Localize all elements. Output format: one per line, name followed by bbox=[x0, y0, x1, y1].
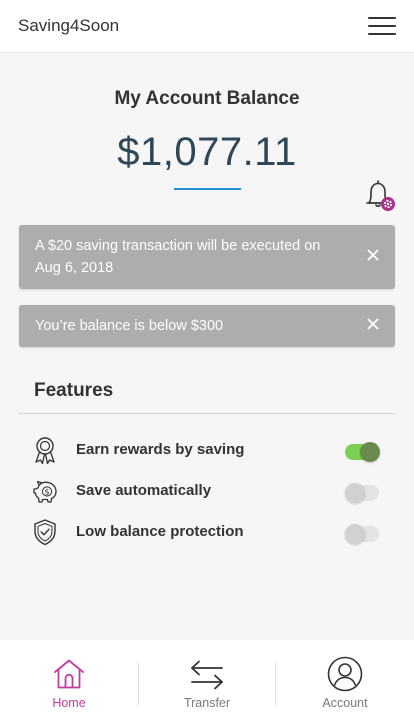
svg-text:$: $ bbox=[44, 488, 49, 497]
save-automatically-toggle[interactable] bbox=[345, 483, 379, 503]
bottom-navigation: Home Transfer Account bbox=[0, 640, 414, 726]
top-app-bar: Saving4Soon bbox=[0, 0, 414, 53]
feature-row-save-automatically: $ Save automatically bbox=[0, 477, 414, 507]
piggy-bank-icon: $ bbox=[33, 480, 57, 503]
hamburger-menu-icon[interactable] bbox=[368, 17, 396, 36]
balance-heading: My Account Balance bbox=[114, 88, 300, 109]
nav-label: Account bbox=[322, 696, 368, 710]
feature-label: Earn rewards by saving bbox=[76, 441, 245, 458]
shield-check-icon bbox=[34, 519, 56, 546]
home-icon bbox=[54, 659, 84, 689]
nav-item-account[interactable]: Account bbox=[276, 640, 414, 726]
nav-label: Home bbox=[52, 696, 86, 710]
notification-card: You’re balance is below $300 bbox=[19, 305, 395, 347]
close-icon[interactable] bbox=[367, 318, 379, 330]
nav-item-transfer[interactable]: Transfer bbox=[138, 640, 276, 726]
nav-label: Transfer bbox=[183, 696, 231, 710]
earn-rewards-toggle[interactable] bbox=[345, 442, 380, 462]
transfer-arrows-icon bbox=[191, 660, 223, 690]
balance-underline bbox=[174, 188, 241, 190]
divider bbox=[19, 413, 395, 414]
feature-label: Save automatically bbox=[76, 482, 212, 499]
bell-settings-icon[interactable] bbox=[357, 177, 397, 215]
close-icon[interactable] bbox=[367, 249, 379, 261]
features-heading: Features bbox=[34, 380, 114, 401]
feature-row-low-balance-protection: Low balance protection bbox=[0, 518, 414, 548]
award-ribbon-icon bbox=[35, 437, 55, 464]
notification-text: You’re balance is below $300 bbox=[35, 318, 224, 334]
feature-row-earn-rewards: Earn rewards by saving bbox=[0, 436, 414, 466]
balance-amount: $1,077.11 bbox=[117, 130, 297, 174]
nav-item-home[interactable]: Home bbox=[0, 640, 138, 726]
feature-label: Low balance protection bbox=[76, 523, 244, 540]
user-account-icon bbox=[327, 656, 363, 692]
app-title: Saving4Soon bbox=[18, 16, 120, 35]
notification-card: A $20 saving transaction will be execute… bbox=[19, 225, 395, 289]
notification-text: A $20 saving transaction will be execute… bbox=[35, 238, 321, 276]
low-balance-protection-toggle[interactable] bbox=[345, 524, 379, 544]
